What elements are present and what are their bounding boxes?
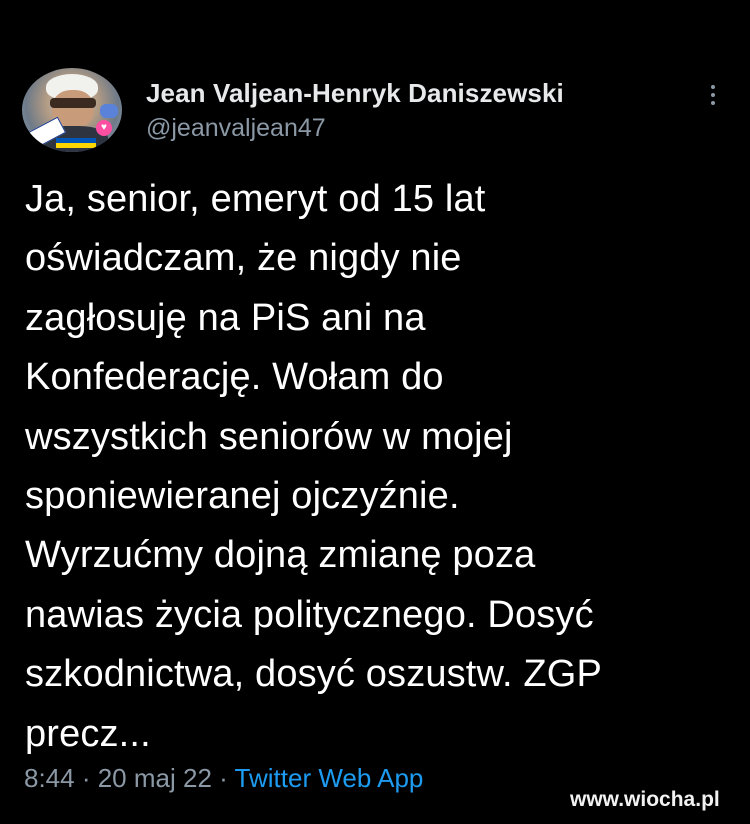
watermark: www.wiocha.pl — [570, 788, 720, 811]
ukraine-flag-icon — [56, 138, 96, 148]
tweet-text: Ja, senior, emeryt od 15 lat oświadczam,… — [25, 178, 602, 755]
tweet-time[interactable]: 8:44 — [24, 763, 75, 793]
more-options-button[interactable] — [698, 78, 728, 112]
tweet-metadata: 8:44 · 20 maj 22 · Twitter Web App — [24, 763, 423, 794]
more-vertical-icon — [711, 85, 715, 89]
avatar-badge-blue — [100, 104, 118, 118]
author-display-name[interactable]: Jean Valjean-Henryk Daniszewski — [146, 78, 564, 109]
previous-tweet-edge — [0, 0, 750, 40]
meta-separator: · — [74, 763, 98, 793]
tweet-source-link[interactable]: Twitter Web App — [235, 763, 424, 793]
tweet-header: ♥ Jean Valjean-Henryk Daniszewski @jeanv… — [22, 68, 728, 152]
author-handle[interactable]: @jeanvaljean47 — [146, 114, 326, 143]
meta-separator: · — [211, 763, 235, 793]
tweet-date[interactable]: 20 maj 22 — [98, 763, 212, 793]
avatar[interactable]: ♥ — [22, 68, 122, 152]
heart-icon: ♥ — [96, 120, 112, 136]
